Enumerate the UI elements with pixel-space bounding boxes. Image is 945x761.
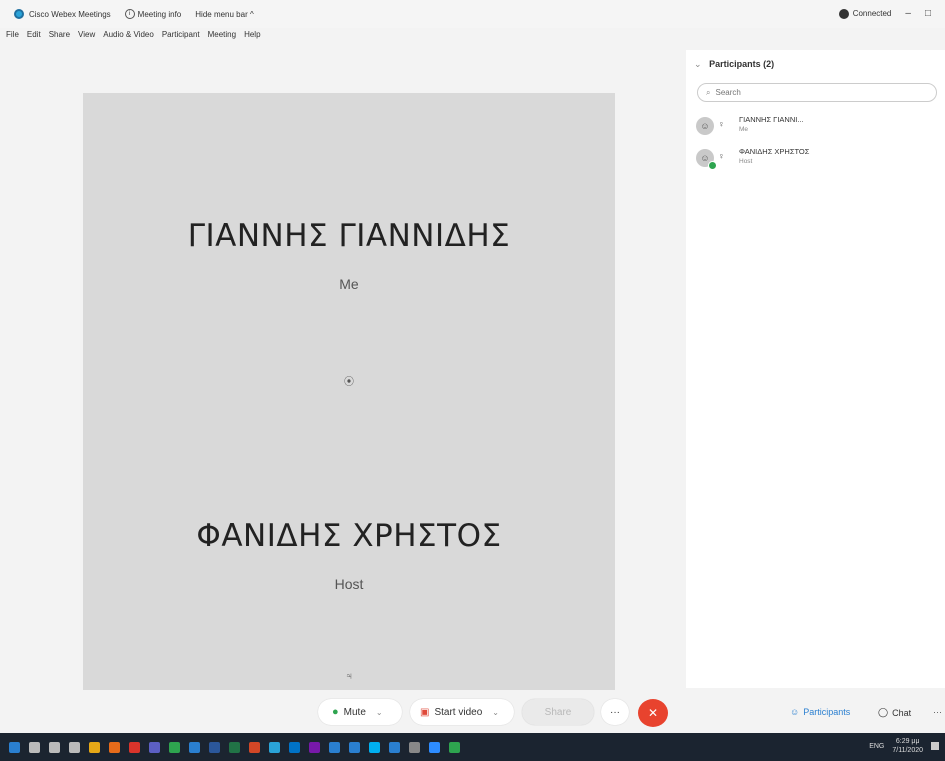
outlook-icon[interactable] (289, 741, 300, 753)
clock-time: 6:29 μμ (895, 738, 920, 745)
share-label: Share (544, 706, 572, 718)
stage-participant-role-host: Host (334, 576, 364, 592)
opera-icon[interactable] (129, 741, 140, 753)
app-title: Cisco Webex Meetings (29, 9, 111, 19)
teams-icon[interactable] (149, 741, 160, 753)
excel-icon[interactable] (229, 741, 240, 753)
zoom-icon[interactable] (429, 741, 440, 753)
audio-status-icon: ♃ (345, 671, 353, 682)
onenote-icon[interactable] (309, 741, 320, 753)
participant-role: Me (739, 126, 749, 133)
mail-icon[interactable] (329, 741, 340, 753)
microphone-icon: ♀ (718, 151, 725, 161)
powerpoint-icon[interactable] (249, 741, 260, 753)
chat-label: Chat (892, 707, 912, 718)
file-explorer-icon[interactable] (89, 741, 100, 753)
system-tray: ENG 6:29 μμ 7/11/2020 (869, 737, 939, 755)
mute-button[interactable]: ● Mute ⌄ (318, 699, 402, 725)
minimize-button[interactable]: – (905, 8, 911, 19)
participant-name: ΓΙΑΝΝΗΣ ΓΙΑΝΝΙ... (739, 115, 804, 124)
store-icon[interactable] (389, 741, 400, 753)
participant-search[interactable]: ⌕ (697, 83, 937, 102)
chat-icon: ◯ (878, 707, 889, 717)
stage-participant-name-me: ΓΙΑΝΝΗΣ ΓΙΑΝΝΙΔΗΣ (187, 218, 511, 254)
clock-date: 7/11/2020 (892, 747, 923, 754)
chrome-icon[interactable] (169, 741, 180, 753)
avatar: ☺ (696, 117, 714, 135)
firefox-icon[interactable] (109, 741, 120, 753)
participant-row[interactable]: ☺ ♀ ΦΑΝΙΔΗΣ ΧΡΗΣΤΟΣ Host (696, 146, 936, 172)
chevron-down-icon[interactable]: ⌄ (376, 708, 383, 717)
mute-label: Mute (343, 706, 366, 718)
menu-participant[interactable]: Participant (162, 30, 200, 44)
participants-button[interactable]: ☺ Participants (790, 707, 850, 717)
search-icon[interactable] (29, 741, 40, 753)
menu-help[interactable]: Help (244, 30, 260, 44)
start-video-button[interactable]: ▣ Start video ⌄ (410, 699, 514, 725)
windows-taskbar: ENG 6:29 μμ 7/11/2020 (0, 733, 945, 761)
task-view-icon[interactable] (69, 741, 80, 753)
word-icon[interactable] (209, 741, 220, 753)
leave-meeting-button[interactable]: ✕ (638, 699, 668, 727)
skype-icon[interactable] (369, 741, 380, 753)
microphone-icon: ● (332, 706, 339, 718)
info-icon: i (124, 9, 135, 19)
menu-meeting[interactable]: Meeting (208, 30, 236, 44)
more-options-right-button[interactable]: ··· (933, 707, 942, 717)
connection-status[interactable]: Connected (853, 9, 892, 18)
language-indicator[interactable]: ENG (869, 743, 884, 750)
menu-share[interactable]: Share (49, 30, 70, 44)
participants-panel: ⌄ Participants (2) ⌕ ☺ ♀ ΓΙΑΝΝΗΣ ΓΙΑΝΝΙ.… (686, 50, 945, 688)
notifications-icon[interactable] (931, 742, 939, 750)
menu-bar: File Edit Share View Audio & Video Parti… (0, 30, 269, 44)
participants-panel-header[interactable]: ⌄ Participants (2) (694, 59, 774, 70)
participant-role: Host (739, 158, 753, 165)
title-bar: Cisco Webex Meetings i Meeting info Hide… (0, 0, 945, 28)
host-badge-icon (708, 161, 717, 170)
menu-view[interactable]: View (78, 30, 95, 44)
meeting-info-label: Meeting info (137, 9, 182, 19)
audio-status-icon: ⦿ (344, 377, 354, 388)
meeting-info-button[interactable]: i Meeting info (124, 9, 182, 19)
webex-icon[interactable] (269, 741, 280, 753)
cortana-icon[interactable] (49, 741, 60, 753)
menu-edit[interactable]: Edit (27, 30, 41, 44)
windows-icon[interactable] (9, 741, 20, 753)
chevron-down-icon[interactable]: ⌄ (492, 708, 499, 717)
video-off-icon: ▣ (420, 706, 430, 718)
video-stage: ΓΙΑΝΝΗΣ ΓΙΑΝΝΙΔΗΣ Me ⦿ ΦΑΝΙΔΗΣ ΧΡΗΣΤΟΣ H… (83, 93, 615, 690)
stage-participant-name-host: ΦΑΝΙΔΗΣ ΧΡΗΣΤΟΣ (196, 518, 502, 554)
start-video-label: Start video (434, 706, 483, 718)
participants-icon: ☺ (790, 707, 800, 717)
settings-icon[interactable] (409, 741, 420, 753)
connection-status-icon (838, 8, 849, 19)
clock[interactable]: 6:29 μμ 7/11/2020 (892, 737, 923, 755)
more-icon: ··· (610, 706, 620, 718)
hide-menu-bar-button[interactable]: Hide menu bar ^ (195, 10, 253, 19)
webex-logo-icon (14, 9, 24, 19)
share-button[interactable]: Share (522, 699, 594, 725)
participant-row[interactable]: ☺ ♀ ΓΙΑΝΝΗΣ ΓΙΑΝΝΙ... Me (696, 114, 936, 140)
chevron-down-icon: ⌄ (694, 59, 702, 69)
participants-panel-title: Participants (2) (709, 59, 775, 69)
close-icon: ✕ (647, 706, 659, 720)
taskbar-icons (0, 741, 460, 753)
photos-icon[interactable] (349, 741, 360, 753)
edge-icon[interactable] (189, 741, 200, 753)
chat-button[interactable]: ◯ Chat (878, 707, 911, 718)
search-input[interactable] (713, 87, 918, 98)
participants-label: Participants (803, 707, 851, 717)
menu-audio-video[interactable]: Audio & Video (103, 30, 154, 44)
meeting-controls: ● Mute ⌄ ▣ Start video ⌄ Share ··· ✕ ☺ P… (0, 695, 945, 732)
maximize-button[interactable]: □ (925, 8, 931, 19)
microphone-icon: ♀ (718, 119, 725, 129)
stage-participant-role-me: Me (339, 276, 359, 292)
camera-icon[interactable] (449, 741, 460, 753)
participant-name: ΦΑΝΙΔΗΣ ΧΡΗΣΤΟΣ (739, 147, 810, 156)
more-options-button[interactable]: ··· (601, 699, 629, 725)
menu-file[interactable]: File (6, 30, 19, 44)
search-icon: ⌕ (706, 87, 711, 97)
